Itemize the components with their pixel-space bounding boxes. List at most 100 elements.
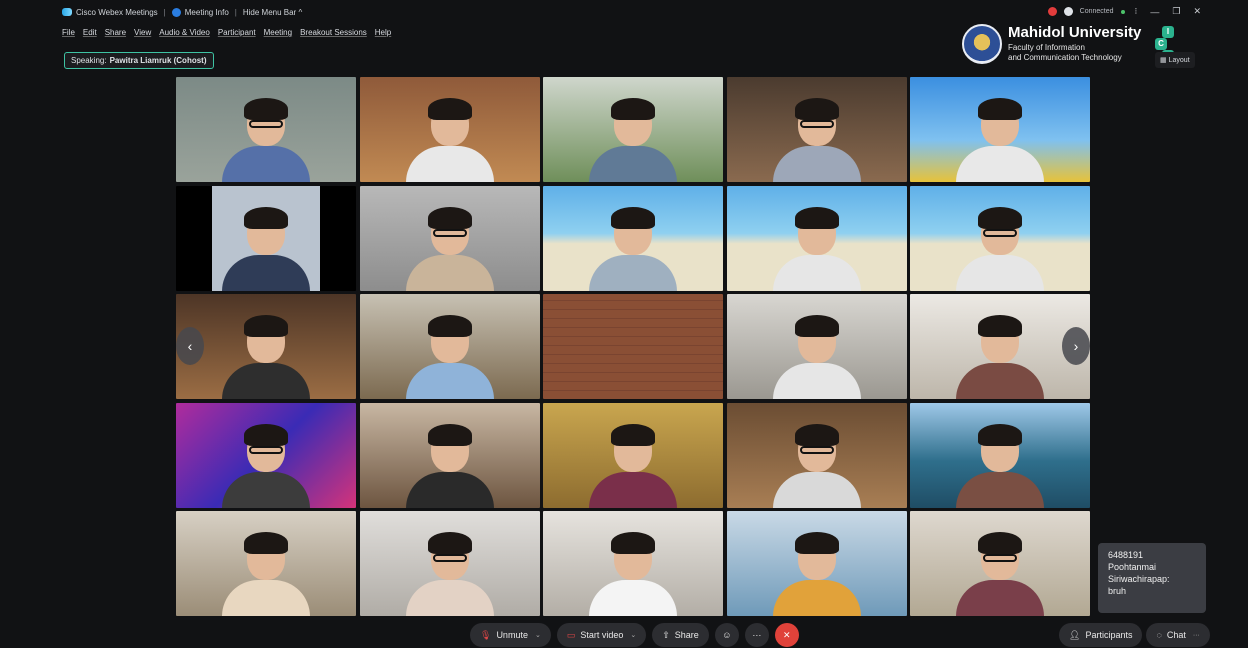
participant-video-tile[interactable] — [176, 77, 356, 182]
participant-avatar — [583, 206, 683, 291]
minimize-button[interactable]: — — [1147, 7, 1162, 17]
participant-video-tile[interactable] — [543, 77, 723, 182]
leave-meeting-button[interactable]: ✕ — [774, 623, 799, 647]
participant-video-tile[interactable] — [910, 77, 1090, 182]
next-page-button[interactable]: › — [1062, 327, 1090, 365]
restore-button[interactable]: ❐ — [1169, 6, 1183, 17]
faculty-line-2: and Communication Technology — [1008, 53, 1122, 62]
faculty-line-1: Faculty of Information — [1008, 43, 1085, 52]
menu-item[interactable]: Share — [105, 28, 126, 37]
menu-item[interactable]: File — [62, 28, 75, 37]
participant-avatar — [400, 532, 500, 616]
connection-status: Connected — [1079, 8, 1114, 15]
mic-muted-icon: 🎙︎ — [480, 629, 492, 640]
participant-video-tile[interactable] — [176, 185, 356, 291]
participant-avatar — [583, 423, 683, 508]
close-icon: ✕ — [783, 629, 791, 640]
layout-button[interactable]: ▦ Layout — [1155, 52, 1195, 68]
chat-notification[interactable]: 6488191 Poohtanmai Siriwachirapap: bruh — [1098, 543, 1206, 613]
participant-video-tile[interactable] — [910, 185, 1090, 291]
university-logo: Mahidol University Faculty of Informatio… — [962, 22, 1182, 70]
chat-line: Poohtanmai — [1108, 562, 1157, 572]
participant-avatar — [950, 532, 1050, 616]
participant-video-tile[interactable] — [726, 511, 907, 616]
participant-video-tile[interactable] — [726, 185, 907, 291]
participant-avatar — [950, 315, 1050, 399]
meeting-info-link[interactable]: Meeting Info — [185, 8, 229, 17]
chat-line: Siriwachirapap: — [1108, 574, 1170, 584]
layout-label: Layout — [1168, 56, 1190, 64]
participant-video-tile[interactable] — [910, 511, 1090, 616]
title-bar-right: Connected ⁝ — ❐ ✕ — [1047, 6, 1204, 17]
menu-item[interactable]: Meeting — [264, 28, 292, 37]
unmute-button[interactable]: 🎙︎ Unmute ⌄ — [470, 623, 551, 647]
video-off-icon: ▭ — [566, 629, 576, 640]
participant-avatar — [400, 98, 500, 182]
meeting-controls: 🎙︎ Unmute ⌄ ▭ Start video ⌄ ⇧ Share ☺ ··… — [470, 623, 799, 647]
chevron-right-icon: › — [1073, 338, 1079, 354]
share-icon: ⇧ — [662, 629, 670, 640]
menu-item[interactable]: Help — [375, 28, 391, 37]
video-grid — [176, 77, 1090, 617]
participant-video-tile[interactable] — [176, 511, 356, 616]
participant-video-tile[interactable] — [543, 511, 723, 616]
university-name: Mahidol University — [1008, 24, 1142, 41]
speaking-label: Speaking: — [71, 56, 107, 65]
reactions-button[interactable]: ☺ — [714, 623, 739, 647]
participant-avatar — [216, 423, 316, 508]
participant-avatar — [400, 206, 500, 291]
speaking-name: Pawitra Liamruk (Cohost) — [109, 56, 207, 65]
previous-page-button[interactable]: ‹ — [176, 327, 204, 365]
participant-avatar — [767, 532, 867, 616]
participant-video-tile[interactable] — [176, 402, 356, 508]
chevron-down-icon[interactable]: ⌄ — [535, 631, 541, 639]
participant-video-tile[interactable] — [543, 185, 723, 291]
chevron-down-icon[interactable]: ⌄ — [630, 631, 636, 639]
connection-icon — [1063, 7, 1073, 16]
start-video-button[interactable]: ▭ Start video ⌄ — [556, 623, 647, 647]
participant-video-tile[interactable] — [359, 185, 540, 291]
menu-item[interactable]: View — [134, 28, 151, 37]
participant-video-tile[interactable] — [359, 294, 540, 399]
participant-video-tile[interactable] — [359, 77, 540, 182]
menu-bar: File Edit Share View Audio & Video Participan… — [62, 28, 391, 37]
more-button[interactable]: ··· — [744, 623, 769, 647]
participants-button[interactable]: 👤︎ Participants — [1059, 623, 1143, 647]
participant-video-tile[interactable] — [359, 511, 540, 616]
university-seal-icon — [962, 24, 1002, 64]
unmute-label: Unmute — [496, 630, 528, 640]
participant-video-tile[interactable] — [543, 294, 723, 399]
layout-grid-icon: ▦ — [1160, 57, 1167, 64]
menu-item[interactable]: Breakout Sessions — [300, 28, 367, 37]
app-title: Cisco Webex Meetings — [76, 7, 158, 17]
participant-avatar — [216, 315, 316, 399]
participant-video-tile[interactable] — [543, 402, 723, 508]
participant-avatar — [767, 206, 867, 291]
close-window-button[interactable]: ✕ — [1190, 6, 1204, 17]
menu-item[interactable]: Participant — [218, 28, 256, 37]
hide-menu-bar-link[interactable]: Hide Menu Bar ^ — [243, 8, 302, 17]
participant-avatar — [216, 206, 316, 291]
chat-line: 6488191 — [1108, 550, 1144, 560]
participant-video-tile[interactable] — [910, 402, 1090, 508]
participants-label: Participants — [1085, 630, 1133, 640]
share-button[interactable]: ⇧ Share — [652, 623, 709, 647]
participant-video-tile[interactable] — [726, 294, 907, 399]
speaking-indicator: Speaking: Pawitra Liamruk (Cohost) — [64, 52, 214, 69]
more-icon[interactable]: ··· — [1193, 632, 1200, 639]
menu-item[interactable]: Audio & Video — [159, 28, 210, 37]
participant-video-tile[interactable] — [359, 402, 540, 508]
participant-avatar — [767, 423, 867, 508]
people-icon: 👤︎ — [1069, 629, 1081, 640]
menu-item[interactable]: Edit — [83, 28, 97, 37]
webex-window: Cisco Webex Meetings | Meeting Info | Hi… — [0, 0, 1248, 648]
participant-video-tile[interactable] — [726, 402, 907, 508]
chat-button[interactable]: ◌ Chat ··· — [1146, 623, 1210, 647]
chat-bubble-icon: ◌ — [1156, 630, 1162, 640]
more-options-icon[interactable]: ⁝ — [1132, 6, 1141, 17]
more-icon: ··· — [752, 630, 762, 640]
participant-avatar — [767, 98, 867, 182]
ict-letter-i: I — [1162, 26, 1174, 38]
participant-video-tile[interactable] — [726, 77, 907, 182]
participant-avatar — [400, 423, 500, 508]
